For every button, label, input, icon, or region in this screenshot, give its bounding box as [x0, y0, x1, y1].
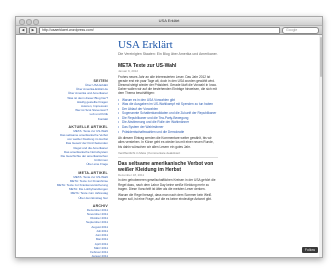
sidebar-link[interactable]: Über den Einstieg hier — [24, 196, 108, 200]
post-meta: Veröffentlicht in Meta | Kommentare deak… — [118, 151, 218, 158]
post-link-list: Warum es in den USA Vorwahlen gibtWas di… — [118, 98, 218, 135]
close-window-icon[interactable] — [19, 19, 25, 25]
post-paragraph: In den gehobeneren gesellschaftlichen Kr… — [118, 178, 216, 191]
sidebar-link[interactable]: Kontakt — [24, 117, 108, 121]
post-paragraph: Warum die Regel besagt, dass man nach de… — [118, 192, 212, 202]
main-content: META Texte zur US-Wahl Januar 9, 2012 Fr… — [118, 63, 218, 203]
minimize-window-icon[interactable] — [26, 19, 32, 25]
sidebar-link[interactable]: Januar 2011 — [24, 254, 108, 257]
site-description: Die Vereinigten Staaten: Ein Blog über A… — [118, 52, 218, 56]
post-date: Dezember 18, 2011 — [118, 172, 145, 177]
sidebar: SEITEN Über USA Erklärt Über Amerika-Erklä… — [24, 79, 108, 257]
window-controls — [19, 19, 39, 25]
post-title[interactable]: Das seltsame amerikanische Verbot von we… — [118, 161, 218, 173]
browser-toolbar: ◀ ▶ http://usaerklaert.wordpress.com/ Go… — [16, 26, 322, 35]
window-title: USA Erklärt — [158, 18, 180, 23]
site-header: USA Erklärt Die Vereinigten Staaten: Ein… — [118, 39, 218, 56]
post-paragraph: Frohes neues Jahr an alle interessierten… — [118, 74, 217, 96]
page-scrollbar[interactable] — [319, 35, 322, 257]
address-bar[interactable]: http://usaerklaert.wordpress.com/ — [39, 26, 280, 34]
sidebar-link[interactable]: Über eine Frage — [24, 162, 108, 166]
browser-window: USA Erklärt ◀ ▶ http://usaerklaert.wordp… — [15, 16, 323, 258]
follow-button[interactable]: Follow — [301, 247, 318, 253]
scrollbar-thumb[interactable] — [319, 37, 322, 77]
site-title[interactable]: USA Erklärt — [118, 39, 218, 51]
post-date: Januar 9, 2012 — [118, 69, 139, 73]
back-button[interactable]: ◀ — [19, 26, 27, 34]
web-page: USA Erklärt Die Vereinigten Staaten: Ein… — [16, 35, 322, 257]
post-link[interactable]: Präsidentschaftswahlen und die Demokrati… — [118, 130, 218, 135]
search-field[interactable]: Google — [282, 26, 319, 34]
title-bar: USA Erklärt — [16, 17, 322, 26]
forward-button[interactable]: ▶ — [29, 26, 37, 34]
post-paragraph: Ab diesem Eintrag werden die Kommentare … — [118, 136, 214, 149]
zoom-window-icon[interactable] — [33, 19, 39, 25]
